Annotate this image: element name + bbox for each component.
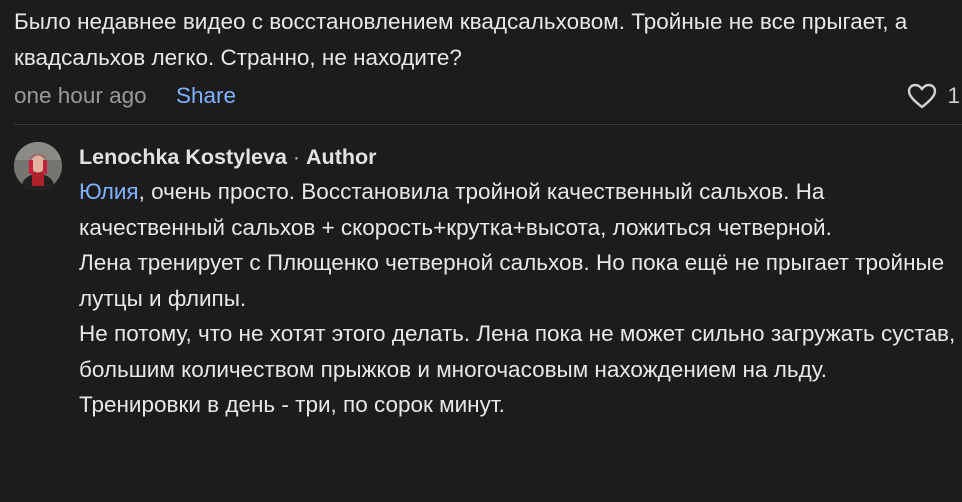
author-name[interactable]: Lenochka Kostyleva (79, 145, 287, 169)
like-button[interactable]: 1 (907, 80, 960, 112)
top-comment: Было недавнее видео с восстановлением кв… (14, 4, 954, 76)
like-count: 1 (947, 83, 960, 108)
reply-text: Юлия, очень просто. Восстановила тройной… (79, 174, 960, 423)
reply-body: Lenochka Kostyleva · Author Юлия, очень … (79, 140, 960, 423)
reply-header: Lenochka Kostyleva · Author (79, 140, 960, 174)
reply-paragraph: Не потому, что не хотят этого делать. Ле… (79, 321, 956, 382)
reply-paragraph: Лена тренирует с Плющенко четверной саль… (79, 250, 945, 311)
comment-text: Было недавнее видео с восстановлением кв… (14, 9, 908, 70)
reply-paragraph: Юлия, очень просто. Восстановила тройной… (79, 174, 960, 245)
share-button[interactable]: Share (176, 80, 236, 112)
mention-link[interactable]: Юлия (79, 179, 139, 204)
avatar[interactable] (14, 142, 62, 190)
heart-icon (908, 83, 937, 109)
comment-timestamp: one hour ago (14, 83, 147, 108)
comment-meta-row: one hour ago Share 1 (14, 80, 960, 112)
author-badge: Author (306, 145, 377, 169)
divider (14, 124, 962, 125)
reply-paragraph: Тренировки в день - три, по сорок минут. (79, 392, 505, 417)
author-separator: · (286, 145, 307, 169)
reply-paragraph-text: , очень просто. Восстановила тройной кач… (79, 179, 832, 240)
